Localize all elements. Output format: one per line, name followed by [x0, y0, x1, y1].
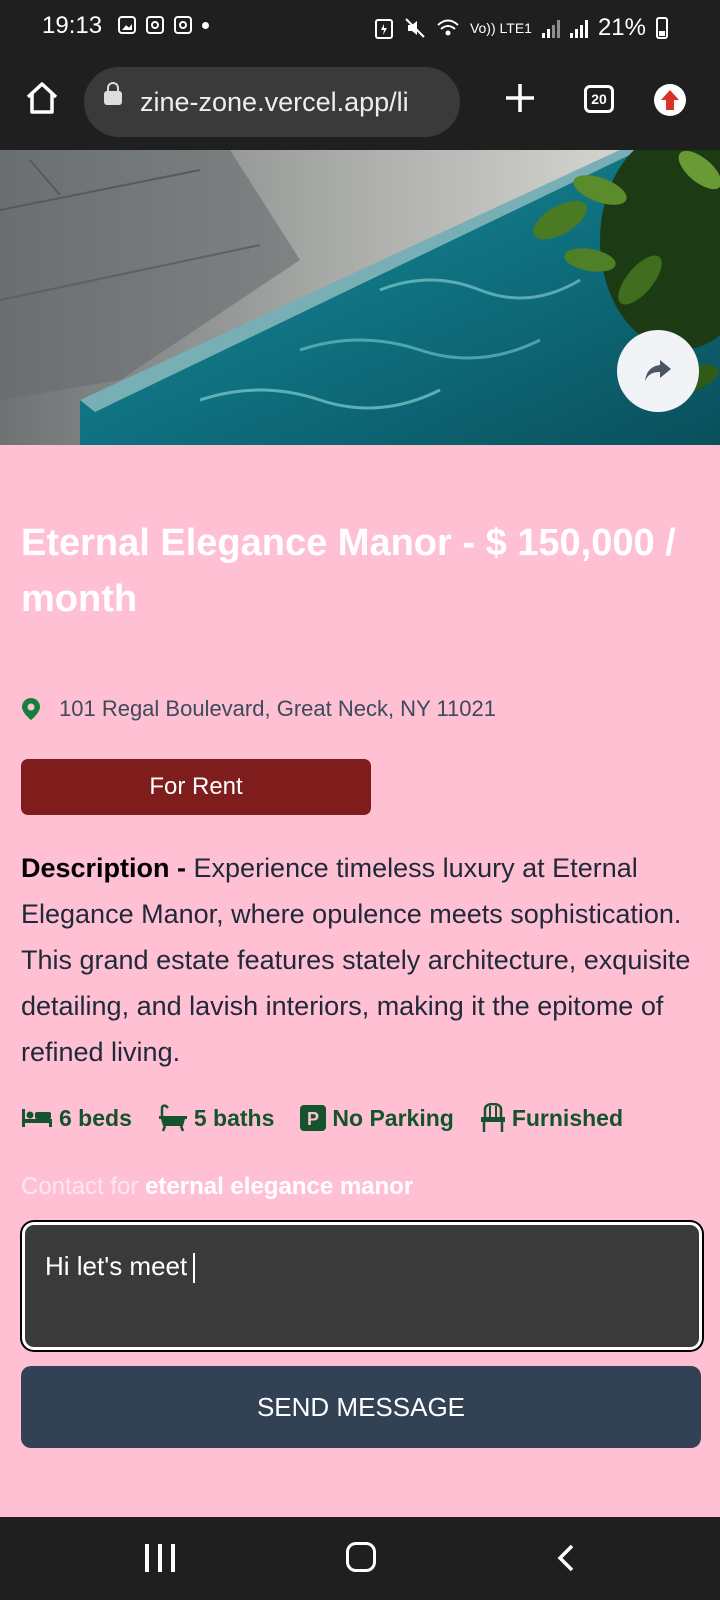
url-text: zine-zone.vercel.app/li	[140, 87, 409, 117]
address-bar[interactable]: zine-zone.vercel.app/li	[84, 67, 460, 137]
more-notifications-dot-icon	[202, 21, 209, 29]
property-photo	[0, 150, 720, 445]
wifi-icon	[437, 19, 459, 36]
pool-photo	[0, 150, 720, 445]
system-icons: Vo)) LTE1 21%	[374, 14, 668, 42]
contact-heading: Contact for eternal elegance manor	[21, 1173, 413, 1201]
mute-icon	[405, 18, 425, 38]
send-message-button[interactable]: SEND MESSAGE	[21, 1366, 701, 1448]
instagram-notification-icon-2	[174, 16, 192, 34]
parking-icon: P	[300, 1105, 327, 1131]
signal-icon	[541, 18, 560, 38]
battery-icon	[656, 17, 668, 39]
lte-label: Vo)) LTE1	[469, 20, 532, 36]
description-label: Description -	[21, 853, 194, 883]
status-time: 19:13	[42, 12, 103, 39]
listing-type-badge: For Rent	[21, 759, 371, 815]
message-text: Hi let's meet	[45, 1251, 188, 1281]
android-nav-bar	[0, 1517, 720, 1600]
battery-percent: 21%	[597, 14, 646, 41]
bed-icon	[22, 1109, 52, 1127]
contact-prefix: Contact for	[21, 1173, 146, 1200]
plus-icon[interactable]	[500, 78, 540, 118]
nav-back-icon[interactable]	[556, 1544, 576, 1572]
feature-beds: 6 beds	[21, 1105, 132, 1132]
battery-saver-icon	[374, 19, 393, 39]
feature-parking: P No Parking	[300, 1104, 454, 1132]
gallery-notification-icon	[118, 16, 136, 34]
feature-beds-label: 6 beds	[59, 1104, 132, 1131]
description-text: Experience timeless luxury at Eternal El…	[21, 853, 691, 1067]
signal-icon-2	[569, 18, 588, 38]
message-textarea[interactable]: Hi let's meet	[22, 1222, 702, 1350]
bath-icon	[158, 1104, 187, 1132]
address-text: 101 Regal Boulevard, Great Neck, NY 1102…	[59, 696, 497, 721]
browser-update-icon[interactable]	[654, 84, 686, 116]
home-icon[interactable]	[22, 78, 62, 118]
listing-address: 101 Regal Boulevard, Great Neck, NY 1102…	[21, 696, 496, 722]
listing-description: Description - Experience timeless luxury…	[21, 845, 701, 1075]
nav-recents-icon[interactable]	[145, 1544, 175, 1572]
svg-text:P: P	[307, 1109, 319, 1129]
chair-icon	[480, 1103, 505, 1132]
contact-name: eternal elegance manor	[145, 1173, 414, 1200]
status-bar: 19:13 Vo)) LTE1 21%	[0, 0, 720, 56]
location-pin-icon	[22, 698, 40, 720]
feature-furnished: Furnished	[480, 1103, 623, 1133]
share-icon	[645, 360, 671, 381]
text-caret	[193, 1253, 196, 1284]
feature-list: 6 beds 5 baths P No Parking Furnished	[21, 1103, 649, 1133]
listing-title: Eternal Elegance Manor - $ 150,000 / mon…	[21, 522, 676, 620]
tab-switcher-icon[interactable]: 20	[584, 85, 614, 113]
nav-home-icon[interactable]	[346, 1542, 376, 1572]
feature-baths: 5 baths	[158, 1104, 275, 1132]
browser-toolbar: zine-zone.vercel.app/li 20	[0, 56, 720, 150]
feature-baths-label: 5 baths	[193, 1104, 275, 1131]
feature-parking-label: No Parking	[332, 1104, 454, 1131]
share-button[interactable]	[617, 330, 699, 412]
lock-icon	[104, 82, 122, 105]
feature-furnished-label: Furnished	[511, 1104, 623, 1131]
notification-icons	[118, 16, 209, 34]
instagram-notification-icon	[146, 16, 164, 34]
